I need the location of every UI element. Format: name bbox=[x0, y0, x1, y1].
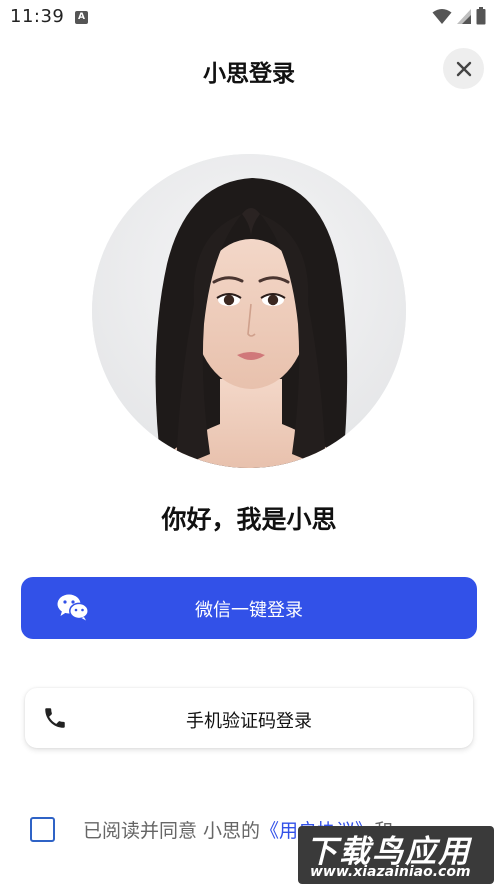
wechat-login-button[interactable]: 微信一键登录 bbox=[21, 577, 477, 639]
a-icon: A bbox=[75, 11, 88, 24]
close-button[interactable] bbox=[443, 48, 484, 89]
page-title: 小思登录 bbox=[203, 61, 295, 87]
wechat-login-label: 微信一键登录 bbox=[195, 600, 303, 621]
avatar bbox=[92, 154, 406, 468]
close-icon bbox=[456, 61, 471, 76]
agree-checkbox[interactable] bbox=[30, 817, 55, 842]
agreement-prefix: 已阅读并同意 小思的 bbox=[83, 820, 261, 842]
phone-login-label: 手机验证码登录 bbox=[186, 711, 312, 732]
phone-login-button[interactable]: 手机验证码登录 bbox=[25, 688, 473, 748]
watermark-logo: 下载鸟应用 www.xiazainiao.com bbox=[298, 826, 494, 884]
status-time: 11:39 bbox=[10, 6, 65, 27]
status-icons bbox=[432, 7, 486, 25]
wifi-icon bbox=[432, 9, 452, 24]
watermark-url: www.xiazainiao.com bbox=[310, 864, 471, 880]
signal-icon bbox=[457, 9, 471, 24]
greeting-text: 你好，我是小思 bbox=[161, 505, 337, 534]
battery-icon bbox=[476, 7, 486, 25]
status-bar: 11:39 A bbox=[0, 0, 498, 34]
